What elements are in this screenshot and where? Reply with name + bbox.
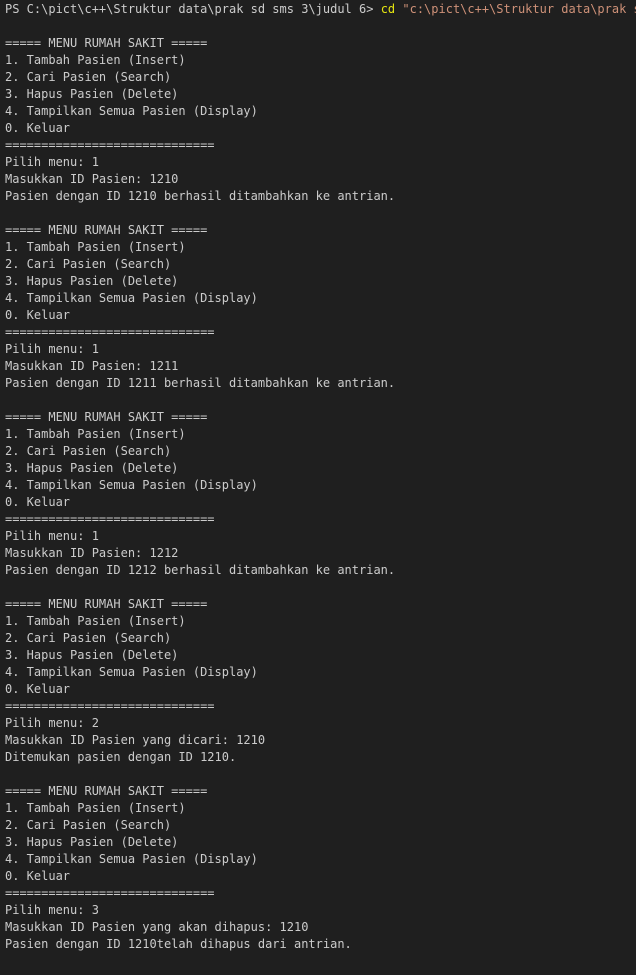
output-line: Masukkan ID Pasien: 1210 — [5, 172, 179, 186]
output-line: Ditemukan pasien dengan ID 1210. — [5, 750, 237, 764]
output-line: ============================= — [5, 325, 215, 339]
output-line: ===== MENU RUMAH SAKIT ===== — [5, 36, 208, 50]
output-line: ============================= — [5, 886, 215, 900]
output-line: Masukkan ID Pasien yang akan dihapus: 12… — [5, 920, 309, 934]
prompt-line: PS C:\pict\c++\Struktur data\prak sd sms… — [5, 1, 636, 18]
terminal-output: ===== MENU RUMAH SAKIT ===== 1. Tambah Pa… — [5, 18, 636, 975]
output-line: ============================= — [5, 512, 215, 526]
output-line: Pilih menu: 1 — [5, 529, 99, 543]
command-argument: "c:\pict\c++\Struktur data\prak sd — [395, 2, 636, 16]
output-line: Pasien dengan ID 1212 berhasil ditambahk… — [5, 563, 396, 577]
output-line: ===== MENU RUMAH SAKIT ===== — [5, 410, 208, 424]
output-line: 2. Cari Pasien (Search) — [5, 257, 172, 271]
output-line: 0. Keluar — [5, 682, 71, 696]
shell-prompt: PS C:\pict\c++\Struktur data\prak sd sms… — [5, 2, 381, 16]
output-line: Pasien dengan ID 1210telah dihapus dari … — [5, 937, 352, 951]
output-line: Pasien dengan ID 1210 berhasil ditambahk… — [5, 189, 396, 203]
output-line: ============================= — [5, 138, 215, 152]
output-line: 4. Tampilkan Semua Pasien (Display) — [5, 104, 258, 118]
output-line: 4. Tampilkan Semua Pasien (Display) — [5, 665, 258, 679]
output-line: 2. Cari Pasien (Search) — [5, 70, 172, 84]
output-line: 1. Tambah Pasien (Insert) — [5, 427, 186, 441]
output-line: Pilih menu: 3 — [5, 903, 99, 917]
output-line: 0. Keluar — [5, 869, 71, 883]
output-line: 2. Cari Pasien (Search) — [5, 631, 172, 645]
output-line: ===== MENU RUMAH SAKIT ===== — [5, 597, 208, 611]
output-line: Pilih menu: 2 — [5, 716, 99, 730]
output-line: 3. Hapus Pasien (Delete) — [5, 87, 179, 101]
output-line: ============================= — [5, 699, 215, 713]
output-line: 0. Keluar — [5, 495, 71, 509]
output-line: ===== MENU RUMAH SAKIT ===== — [5, 223, 208, 237]
output-line: 1. Tambah Pasien (Insert) — [5, 240, 186, 254]
command-name: cd — [380, 2, 396, 16]
output-line: 3. Hapus Pasien (Delete) — [5, 648, 179, 662]
output-line: 3. Hapus Pasien (Delete) — [5, 461, 179, 475]
output-line: 0. Keluar — [5, 308, 71, 322]
terminal-panel[interactable]: PS C:\pict\c++\Struktur data\prak sd sms… — [0, 0, 636, 975]
output-line: Pilih menu: 1 — [5, 155, 99, 169]
output-line: 3. Hapus Pasien (Delete) — [5, 274, 179, 288]
output-line: 2. Cari Pasien (Search) — [5, 818, 172, 832]
output-line: Masukkan ID Pasien yang dicari: 1210 — [5, 733, 266, 747]
output-line: Pasien dengan ID 1211 berhasil ditambahk… — [5, 376, 396, 390]
output-line: 4. Tampilkan Semua Pasien (Display) — [5, 478, 258, 492]
output-line: ===== MENU RUMAH SAKIT ===== — [5, 784, 208, 798]
output-line: 1. Tambah Pasien (Insert) — [5, 801, 186, 815]
output-line: 3. Hapus Pasien (Delete) — [5, 835, 179, 849]
output-line: Masukkan ID Pasien: 1212 — [5, 546, 179, 560]
output-line: Masukkan ID Pasien: 1211 — [5, 359, 179, 373]
output-line: 0. Keluar — [5, 121, 71, 135]
output-line: 2. Cari Pasien (Search) — [5, 444, 172, 458]
output-line: 1. Tambah Pasien (Insert) — [5, 53, 186, 67]
output-line: 4. Tampilkan Semua Pasien (Display) — [5, 852, 258, 866]
output-line: 1. Tambah Pasien (Insert) — [5, 614, 186, 628]
output-line: Pilih menu: 1 — [5, 342, 99, 356]
output-line: 4. Tampilkan Semua Pasien (Display) — [5, 291, 258, 305]
